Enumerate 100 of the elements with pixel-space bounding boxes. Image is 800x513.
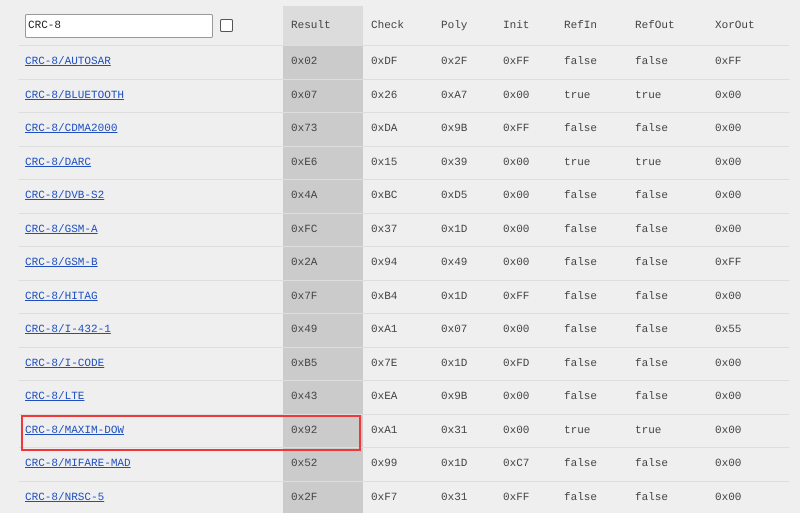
table-cell: 0x00 xyxy=(503,156,530,169)
column-header[interactable]: RefOut xyxy=(635,20,675,32)
algorithm-link[interactable]: CRC-8/DVB-S2 xyxy=(25,190,104,202)
table-cell: 0x1D xyxy=(441,290,468,303)
table-cell: true xyxy=(564,156,590,169)
table-cell: 0xFF xyxy=(503,123,530,136)
algorithm-link[interactable]: CRC-8/LTE xyxy=(25,391,84,404)
table-cell: 0x00 xyxy=(503,391,530,404)
table-cell: 0x7F xyxy=(291,290,318,303)
table-cell: 0x00 xyxy=(503,90,530,102)
algorithm-link[interactable]: CRC-8/BLUETOOTH xyxy=(25,90,124,102)
algorithm-link[interactable]: CRC-8/GSM-A xyxy=(25,224,98,236)
table-cell: 0x92 xyxy=(291,424,318,437)
table-cell: false xyxy=(635,358,668,370)
table-cell: 0x00 xyxy=(715,90,742,102)
table-cell: 0x7E xyxy=(371,358,398,370)
table-cell: false xyxy=(635,290,668,303)
table-cell: 0x52 xyxy=(291,458,318,470)
table-cell: 0xB4 xyxy=(371,290,398,303)
checkbox[interactable] xyxy=(220,19,233,32)
table-cell: 0x00 xyxy=(715,224,742,236)
table-cell: 0x00 xyxy=(715,358,742,370)
column-header[interactable]: Result xyxy=(291,20,331,32)
table-cell: false xyxy=(564,324,598,336)
table-cell: false xyxy=(564,458,598,470)
table-cell: false xyxy=(564,358,598,370)
column-header[interactable]: RefIn xyxy=(564,20,598,32)
algorithm-link[interactable]: CRC-8/NRSC-5 xyxy=(25,492,104,504)
table-cell: false xyxy=(564,290,598,303)
table-cell: 0x43 xyxy=(291,391,318,404)
table-cell: false xyxy=(635,190,668,202)
table-cell: 0x26 xyxy=(371,90,398,102)
algorithm-link[interactable]: CRC-8/GSM-B xyxy=(25,257,98,270)
table-cell: 0x31 xyxy=(441,492,468,504)
table-cell: 0xFD xyxy=(503,358,530,370)
table-cell: true xyxy=(635,424,662,437)
table-cell: 0x00 xyxy=(715,492,742,504)
table-cell: 0xC7 xyxy=(503,458,530,470)
table-cell: 0xFF xyxy=(503,56,530,68)
table-cell: false xyxy=(635,123,668,136)
table-cell: 0xFF xyxy=(715,56,742,68)
table-cell: false xyxy=(564,190,598,202)
table-cell: false xyxy=(635,56,668,68)
table-cell: 0x00 xyxy=(715,290,742,303)
table-cell: false xyxy=(635,458,668,470)
table-cell: 0x00 xyxy=(503,190,530,202)
table-cell: 0x73 xyxy=(291,123,318,136)
table-cell: 0x1D xyxy=(441,224,468,236)
table-cell: 0x00 xyxy=(715,458,742,470)
table-cell: 0x4A xyxy=(291,190,318,202)
table-cell: 0x00 xyxy=(715,123,742,136)
table-cell: 0x2F xyxy=(441,56,468,68)
table-cell: 0xFF xyxy=(503,290,530,303)
table-cell: 0x2F xyxy=(291,492,318,504)
algorithm-link[interactable]: CRC-8/MAXIM-DOW xyxy=(25,424,124,437)
table-cell: 0x02 xyxy=(291,56,318,68)
table-cell: 0x00 xyxy=(503,324,530,336)
table-cell: true xyxy=(635,90,662,102)
algorithm-link[interactable]: CRC-8/I-CODE xyxy=(25,358,104,370)
table-cell: 0xFC xyxy=(291,224,318,236)
algorithm-link[interactable]: CRC-8/HITAG xyxy=(25,290,98,303)
table-cell: 0x15 xyxy=(371,156,398,169)
algorithm-link[interactable]: CRC-8/I-432-1 xyxy=(25,324,111,336)
table-cell: true xyxy=(564,90,590,102)
table-cell: 0x00 xyxy=(503,257,530,270)
table-cell: 0xBC xyxy=(371,190,398,202)
table-cell: 0x1D xyxy=(441,358,468,370)
table-cell: 0x9B xyxy=(441,391,468,404)
table-cell: true xyxy=(564,424,590,437)
table-cell: false xyxy=(564,224,598,236)
table-cell: 0x07 xyxy=(291,90,318,102)
search-field[interactable]: CRC-8 xyxy=(25,14,213,38)
column-header[interactable]: XorOut xyxy=(715,20,755,32)
table-cell: 0xFF xyxy=(503,492,530,504)
table-cell: 0x00 xyxy=(503,424,530,437)
table-cell: false xyxy=(635,224,668,236)
table-cell: 0x99 xyxy=(371,458,398,470)
table-cell: 0x31 xyxy=(441,424,468,437)
table-cell: 0xA7 xyxy=(441,90,468,102)
table-cell: 0x49 xyxy=(441,257,468,270)
table-cell: 0xFF xyxy=(715,257,742,270)
table-cell: 0x9B xyxy=(441,123,468,136)
column-header[interactable]: Check xyxy=(371,20,404,32)
table-cell: 0xA1 xyxy=(371,424,398,437)
table-cell: false xyxy=(564,492,598,504)
table-cell: 0xD5 xyxy=(441,190,468,202)
algorithm-link[interactable]: CRC-8/DARC xyxy=(25,156,92,169)
table-cell: false xyxy=(635,391,668,404)
column-header[interactable]: Init xyxy=(503,20,530,32)
column-header[interactable]: Poly xyxy=(441,20,468,32)
algorithm-link[interactable]: CRC-8/MIFARE-MAD xyxy=(25,458,131,470)
table-cell: false xyxy=(635,492,668,504)
table-cell: 0xA1 xyxy=(371,324,398,336)
table-cell: 0x00 xyxy=(503,224,530,236)
table-cell: 0x39 xyxy=(441,156,468,169)
table-cell: 0x00 xyxy=(715,391,742,404)
algorithm-link[interactable]: CRC-8/AUTOSAR xyxy=(25,56,111,68)
table-cell: 0x00 xyxy=(715,156,742,169)
algorithm-link[interactable]: CRC-8/CDMA2000 xyxy=(25,123,118,136)
table-cell: false xyxy=(635,257,668,270)
